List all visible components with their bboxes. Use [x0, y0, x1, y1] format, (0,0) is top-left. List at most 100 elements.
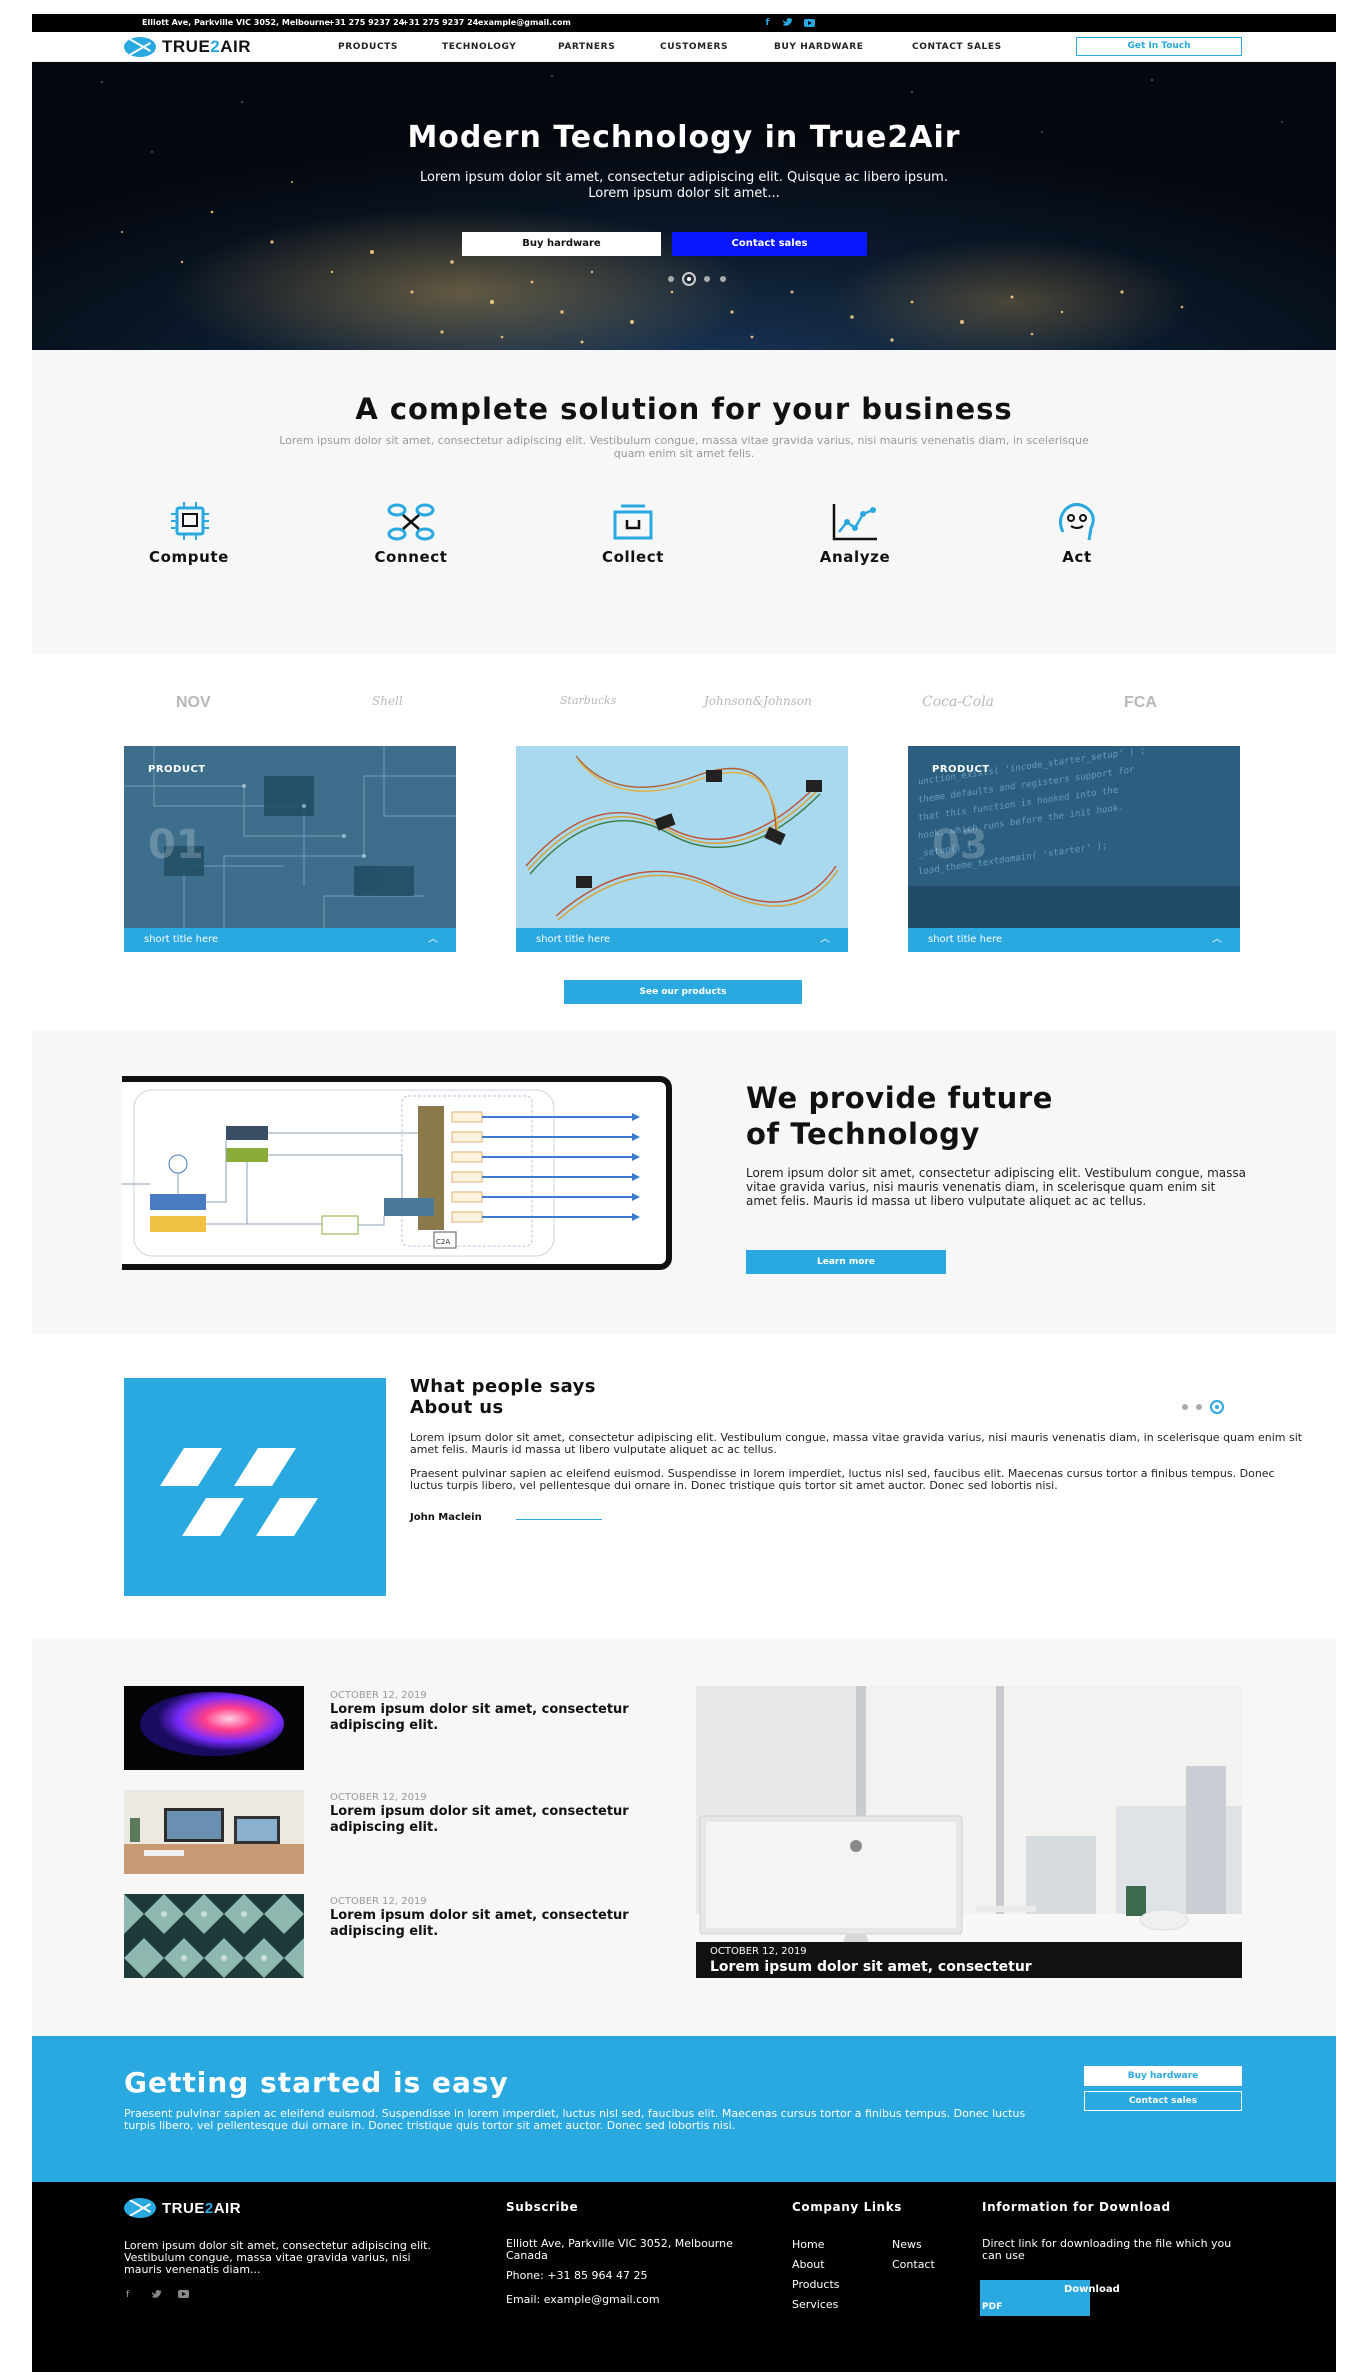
product-card-1[interactable]: PRODUCT 01 short title here ︿ — [124, 746, 456, 952]
post-thumbnail-3[interactable] — [124, 1894, 304, 1978]
analyze-chart-icon — [832, 504, 877, 541]
chevron-up-icon[interactable]: ︿ — [428, 928, 438, 952]
post-title[interactable]: Lorem ipsum dolor sit amet, consectetur … — [330, 1804, 630, 1836]
post-date: OCTOBER 12, 2019 — [330, 1896, 427, 1907]
tablet-mockup: C2A — [122, 1076, 672, 1270]
twitter-icon[interactable] — [152, 2290, 162, 2302]
topbar-address: Elliott Ave, Parkville VIC 3052, Melbour… — [142, 18, 330, 27]
hero-title: Modern Technology in True2Air — [407, 120, 961, 155]
testimonial-dot-1[interactable] — [1182, 1404, 1188, 1410]
partner-logo-shell: Shell — [372, 694, 403, 708]
post-thumbnail-2[interactable] — [124, 1790, 304, 1874]
footer-link-contact[interactable]: Contact — [892, 2258, 935, 2271]
cta-buy-hardware-button[interactable]: Buy hardware — [1084, 2066, 1242, 2086]
featured-post-title[interactable]: Lorem ipsum dolor sit amet, consectetur — [710, 1959, 1032, 1975]
chip-icon — [171, 502, 209, 540]
footer-about: Lorem ipsum dolor sit amet, consectetur … — [124, 2239, 431, 2276]
learn-more-button[interactable]: Learn more — [746, 1250, 946, 1274]
post-title[interactable]: Lorem ipsum dolor sit amet, consectetur … — [330, 1908, 630, 1940]
partner-logo-cocacola: Coca-Cola — [922, 694, 995, 710]
partner-logo-johnson: Johnson&Johnson — [704, 694, 812, 708]
footer: TRUE2AIR Lorem ipsum dolor sit amet, con… — [32, 2182, 1336, 2372]
solution-title: A complete solution for your business — [355, 392, 1013, 426]
facebook-icon[interactable]: f — [126, 2290, 129, 2300]
cta-title: Getting started is easy — [124, 2066, 509, 2099]
nav-item-contact-sales[interactable]: CONTACT SALES — [912, 42, 1002, 52]
earth-night-image — [101, 75, 1283, 344]
feature-connect[interactable]: Connect — [346, 502, 476, 566]
footer-link-news[interactable]: News — [892, 2238, 922, 2251]
post-date: OCTOBER 12, 2019 — [330, 1690, 427, 1701]
top-bar: Elliott Ave, Parkville VIC 3052, Melbour… — [32, 14, 1336, 32]
product-card-3[interactable]: unction_exists( 'incode_starter_setup' )… — [908, 746, 1240, 952]
main-nav: TRUE2AIR PRODUCTS TECHNOLOGY PARTNERS CU… — [32, 32, 1336, 62]
nav-item-products[interactable]: PRODUCTS — [338, 42, 398, 52]
nav-item-technology[interactable]: TECHNOLOGY — [442, 42, 516, 52]
footer-email[interactable]: Email: example@gmail.com — [506, 2294, 660, 2306]
testimonial-title: What people says About us — [410, 1376, 596, 1418]
buy-hardware-button[interactable]: Buy hardware — [462, 232, 661, 256]
post-thumbnail-1[interactable] — [124, 1686, 304, 1770]
collect-icon — [613, 504, 653, 540]
cta-text: Praesent pulvinar sapien ac eleifend eui… — [124, 2107, 1026, 2132]
wires-image — [516, 746, 848, 928]
testimonial-author: John Maclein — [410, 1512, 482, 1523]
facebook-icon[interactable]: f — [762, 17, 773, 28]
see-products-button[interactable]: See our products — [564, 980, 802, 1004]
post-date: OCTOBER 12, 2019 — [330, 1792, 427, 1803]
blog-section: OCTOBER 12, 2019 Lorem ipsum dolor sit a… — [32, 1638, 1336, 2036]
chevron-up-icon[interactable]: ︿ — [820, 928, 830, 952]
card-title: short title here — [928, 934, 1003, 945]
topbar-phone-1[interactable]: +31 275 9237 24 — [328, 18, 404, 27]
slider-dot-1[interactable] — [668, 276, 674, 282]
youtube-icon[interactable] — [804, 17, 815, 28]
footer-link-home[interactable]: Home — [792, 2238, 824, 2251]
subscribe-heading: Subscribe — [506, 2200, 579, 2214]
partner-logo-starbucks: Starbucks — [560, 694, 617, 707]
twitter-icon[interactable] — [782, 17, 793, 28]
future-text: Lorem ipsum dolor sit amet, consectetur … — [746, 1166, 1247, 1208]
cta-contact-sales-button[interactable]: Contact sales — [1084, 2091, 1242, 2111]
get-in-touch-button[interactable]: Get In Touch — [1076, 37, 1242, 56]
feature-act[interactable]: Act — [1012, 502, 1142, 566]
company-links-heading: Company Links — [792, 2200, 903, 2214]
logo-icon — [124, 37, 156, 57]
partner-logo-fca: FCA — [1124, 694, 1157, 711]
testimonial-text: Lorem ipsum dolor sit amet, consectetur … — [410, 1431, 1303, 1492]
office-desk-image — [696, 1686, 1242, 1978]
future-title: We provide future of Technology — [746, 1081, 1054, 1151]
footer-link-products[interactable]: Products — [792, 2278, 840, 2291]
ai-head-icon — [1058, 503, 1095, 541]
slider-dot-3[interactable] — [704, 276, 710, 282]
solution-subtitle: Lorem ipsum dolor sit amet, consectetur … — [279, 434, 1089, 460]
slider-dot-4[interactable] — [720, 276, 726, 282]
footer-link-about[interactable]: About — [792, 2258, 825, 2271]
youtube-icon[interactable] — [178, 2290, 189, 2301]
footer-link-services[interactable]: Services — [792, 2298, 838, 2311]
footer-address: Elliott Ave, Parkville VIC 3052, Melbour… — [506, 2237, 733, 2262]
download-button[interactable]: Download PDF — [980, 2280, 1120, 2316]
hero-subtitle: Lorem ipsum dolor sit amet, consectetur … — [420, 170, 948, 201]
chevron-up-icon[interactable]: ︿ — [1212, 928, 1222, 952]
download-heading: Information for Download — [982, 2200, 1171, 2214]
nav-item-partners[interactable]: PARTNERS — [558, 42, 615, 52]
brand-logo[interactable]: TRUE2AIR — [124, 37, 251, 57]
topbar-email[interactable]: example@gmail.com — [478, 18, 571, 27]
product-card-2[interactable]: short title here ︿ — [516, 746, 848, 952]
contact-sales-button[interactable]: Contact sales — [672, 232, 867, 256]
footer-logo[interactable]: TRUE2AIR — [124, 2198, 241, 2218]
topbar-phone-2[interactable]: +31 275 9237 24 — [402, 18, 478, 27]
nav-item-buy-hardware[interactable]: BUY HARDWARE — [774, 42, 863, 52]
footer-phone[interactable]: Phone: +31 85 964 47 25 — [506, 2270, 647, 2282]
getting-started-banner: Getting started is easy Praesent pulvina… — [32, 2036, 1336, 2182]
feature-compute[interactable]: Compute — [124, 502, 254, 566]
feature-analyze[interactable]: Analyze — [790, 502, 920, 566]
nav-item-customers[interactable]: CUSTOMERS — [660, 42, 728, 52]
featured-post[interactable]: OCTOBER 12, 2019 Lorem ipsum dolor sit a… — [696, 1686, 1242, 1978]
post-title[interactable]: Lorem ipsum dolor sit amet, consectetur … — [330, 1702, 630, 1734]
testimonial-dot-2[interactable] — [1196, 1404, 1202, 1410]
feature-collect[interactable]: Collect — [568, 502, 698, 566]
card-title: short title here — [144, 934, 219, 945]
logo-icon — [124, 2198, 156, 2218]
download-text: Direct link for downloading the file whi… — [982, 2237, 1232, 2262]
